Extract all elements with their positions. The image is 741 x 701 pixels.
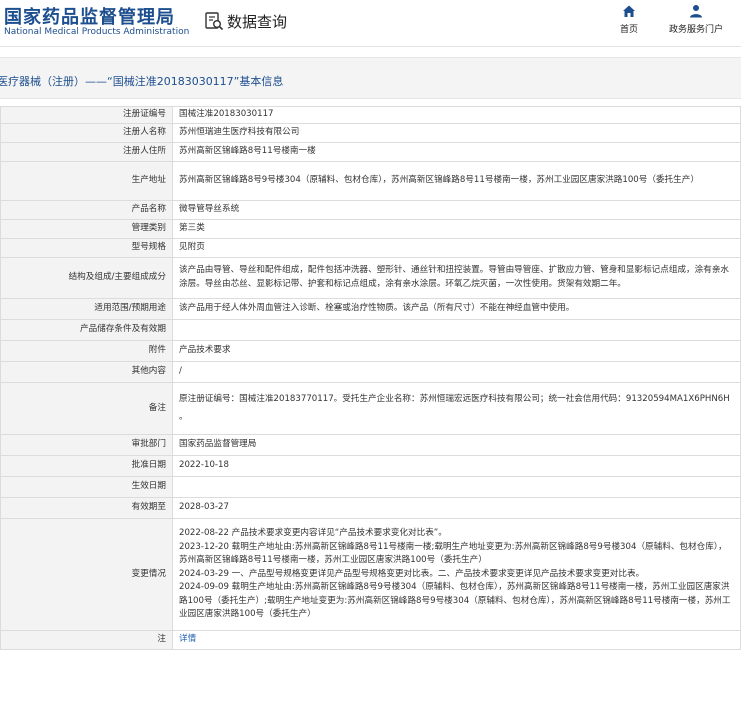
table-row: 备注 原注册证编号：国械注准20183770117。受托生产企业名称：苏州恒瑞宏远… <box>0 382 741 435</box>
row-label: 注册人名称 <box>0 123 173 143</box>
change-record: 2022-08-22 产品技术要求变更内容详见“产品技术要求变化对比表”。 <box>179 527 447 538</box>
change-record: 2024-03-29 一、产品型号规格变更详见产品型号规格变更对比表。二、产品技… <box>179 568 645 579</box>
site-logo-subtitle: National Medical Products Administration <box>4 27 190 37</box>
row-label: 有效期至 <box>0 497 173 519</box>
table-row: 注册证编号 国械注准20183030117 <box>0 106 741 124</box>
row-value: 国械注准20183030117 <box>172 106 741 124</box>
row-label: 其他内容 <box>0 361 173 383</box>
table-row: 审批部门 国家药品监督管理局 <box>0 434 741 456</box>
row-value-extra: 。 <box>179 411 188 422</box>
table-row: 管理类别 第三类 <box>0 219 741 239</box>
row-value: 国家药品监督管理局 <box>172 434 741 456</box>
table-row: 注册人住所 苏州高新区锦峰路8号11号楼南一楼 <box>0 142 741 162</box>
page-title: 医疗器械（注册）——“国械注准20183030117”基本信息 <box>0 75 284 88</box>
row-value-text: 苏州高新区锦峰路8号9号楼304（原辅料、包材仓库），苏州高新区锦峰路8号11号… <box>179 175 699 186</box>
row-value-text: / <box>179 366 182 377</box>
row-value-text: 该产品由导管、导丝和配件组成，配件包括冲洗器、塑形针、通丝针和扭控装置。导管由导… <box>179 265 730 289</box>
table-row: 生产地址 苏州高新区锦峰路8号9号楼304（原辅料、包材仓库），苏州高新区锦峰路8… <box>0 161 741 201</box>
row-label: 附件 <box>0 340 173 362</box>
row-value: 见附页 <box>172 238 741 258</box>
site-logo-title[interactable]: 国家药品监督管理局 <box>4 3 175 29</box>
row-value-text: 见附页 <box>179 242 205 253</box>
data-query-link[interactable]: 数据查询 <box>204 10 287 32</box>
row-label: 生效日期 <box>0 476 173 498</box>
row-value <box>172 476 741 498</box>
row-value-text: 原注册证编号：国械注准20183770117。受托生产企业名称：苏州恒瑞宏远医疗… <box>179 393 730 404</box>
row-label: 生产地址 <box>0 161 173 201</box>
document-search-icon <box>205 12 224 31</box>
row-value-text: 第三类 <box>179 223 205 234</box>
table-row: 产品名称 微导管导丝系统 <box>0 200 741 220</box>
row-value: 产品技术要求 <box>172 340 741 362</box>
row-value-text: 2028-03-27 <box>179 502 229 513</box>
home-icon <box>623 5 635 17</box>
row-label: 结构及组成/主要组成成分 <box>0 257 173 299</box>
row-value: 苏州高新区锦峰路8号11号楼南一楼 <box>172 142 741 162</box>
row-value: 2022-10-18 <box>172 455 741 477</box>
table-row: 批准日期 2022-10-18 <box>0 455 741 477</box>
row-value <box>172 319 741 341</box>
site-header: 国家药品监督管理局 National Medical Products Admi… <box>0 0 741 46</box>
table-row: 其他内容 / <box>0 361 741 383</box>
row-label: 型号规格 <box>0 238 173 258</box>
row-value: 2028-03-27 <box>172 497 741 519</box>
nav-gov-service[interactable]: 政务服务门户 <box>664 4 728 35</box>
table-row: 适用范围/预期用途 该产品用于经人体外周血管注入诊断、栓塞或治疗性物质。该产品（所… <box>0 298 741 320</box>
row-label: 产品名称 <box>0 200 173 220</box>
nav-home[interactable]: 首页 <box>614 4 644 35</box>
row-value: 原注册证编号：国械注准20183770117。受托生产企业名称：苏州恒瑞宏远医疗… <box>172 382 741 435</box>
row-label: 变更情况 <box>0 518 173 631</box>
row-label: 管理类别 <box>0 219 173 239</box>
table-row: 生效日期 <box>0 476 741 498</box>
row-label: 注 <box>0 630 173 650</box>
row-value-text: 产品技术要求 <box>179 345 231 356</box>
row-value: 苏州高新区锦峰路8号9号楼304（原辅料、包材仓库），苏州高新区锦峰路8号11号… <box>172 161 741 201</box>
row-value-text: 国家药品监督管理局 <box>179 439 257 450</box>
row-value: 详情 <box>172 630 741 650</box>
table-row: 型号规格 见附页 <box>0 238 741 258</box>
nav-gov-service-label: 政务服务门户 <box>668 25 723 35</box>
nav-home-label: 首页 <box>619 25 638 35</box>
row-value: 2022-08-22 产品技术要求变更内容详见“产品技术要求变化对比表”。 202… <box>172 518 741 631</box>
row-label: 批准日期 <box>0 455 173 477</box>
header-divider <box>0 46 741 47</box>
row-value-text: 微导管导丝系统 <box>179 204 240 215</box>
table-row: 变更情况 2022-08-22 产品技术要求变更内容详见“产品技术要求变化对比表”… <box>0 518 741 631</box>
details-link[interactable]: 详情 <box>179 634 196 644</box>
change-record: 2024-09-09 载明生产地址由:苏州高新区锦峰路8号9号楼304（原辅料、… <box>179 582 731 620</box>
row-value-text: 苏州高新区锦峰路8号11号楼南一楼 <box>179 146 316 157</box>
table-row: 注详情 <box>0 630 741 650</box>
change-record: 2023-12-20 载明生产地址由:苏州高新区锦峰路8号11号楼南一楼;载明生… <box>179 541 727 566</box>
row-value-text: 苏州恒瑞迪生医疗科技有限公司 <box>179 127 300 138</box>
table-row: 结构及组成/主要组成成分 该产品由导管、导丝和配件组成，配件包括冲洗器、塑形针、通… <box>0 257 741 299</box>
row-value: / <box>172 361 741 383</box>
row-value-text: 2022-10-18 <box>179 460 229 471</box>
row-value: 该产品由导管、导丝和配件组成，配件包括冲洗器、塑形针、通丝针和扭控装置。导管由导… <box>172 257 741 299</box>
user-icon <box>690 5 702 18</box>
row-value-text: 国械注准20183030117 <box>179 109 274 120</box>
data-query-label: 数据查询 <box>227 12 288 31</box>
row-label: 注册证编号 <box>0 106 173 124</box>
table-row: 附件 产品技术要求 <box>0 340 741 362</box>
row-value: 该产品用于经人体外周血管注入诊断、栓塞或治疗性物质。该产品（所有尺寸）不能在神经… <box>172 298 741 320</box>
row-value-text: 该产品用于经人体外周血管注入诊断、栓塞或治疗性物质。该产品（所有尺寸）不能在神经… <box>179 303 575 314</box>
row-label: 适用范围/预期用途 <box>0 298 173 320</box>
row-label: 注册人住所 <box>0 142 173 162</box>
table-row: 注册人名称 苏州恒瑞迪生医疗科技有限公司 <box>0 123 741 143</box>
row-label: 备注 <box>0 382 173 435</box>
table-row: 产品储存条件及有效期 <box>0 319 741 341</box>
row-label: 审批部门 <box>0 434 173 456</box>
row-value: 第三类 <box>172 219 741 239</box>
row-value: 微导管导丝系统 <box>172 200 741 220</box>
row-value: 苏州恒瑞迪生医疗科技有限公司 <box>172 123 741 143</box>
row-label: 产品储存条件及有效期 <box>0 319 173 341</box>
info-table: 注册证编号 国械注准20183030117 注册人名称 苏州恒瑞迪生医疗科技有限公司注… <box>0 106 741 650</box>
table-row: 有效期至 2028-03-27 <box>0 497 741 519</box>
